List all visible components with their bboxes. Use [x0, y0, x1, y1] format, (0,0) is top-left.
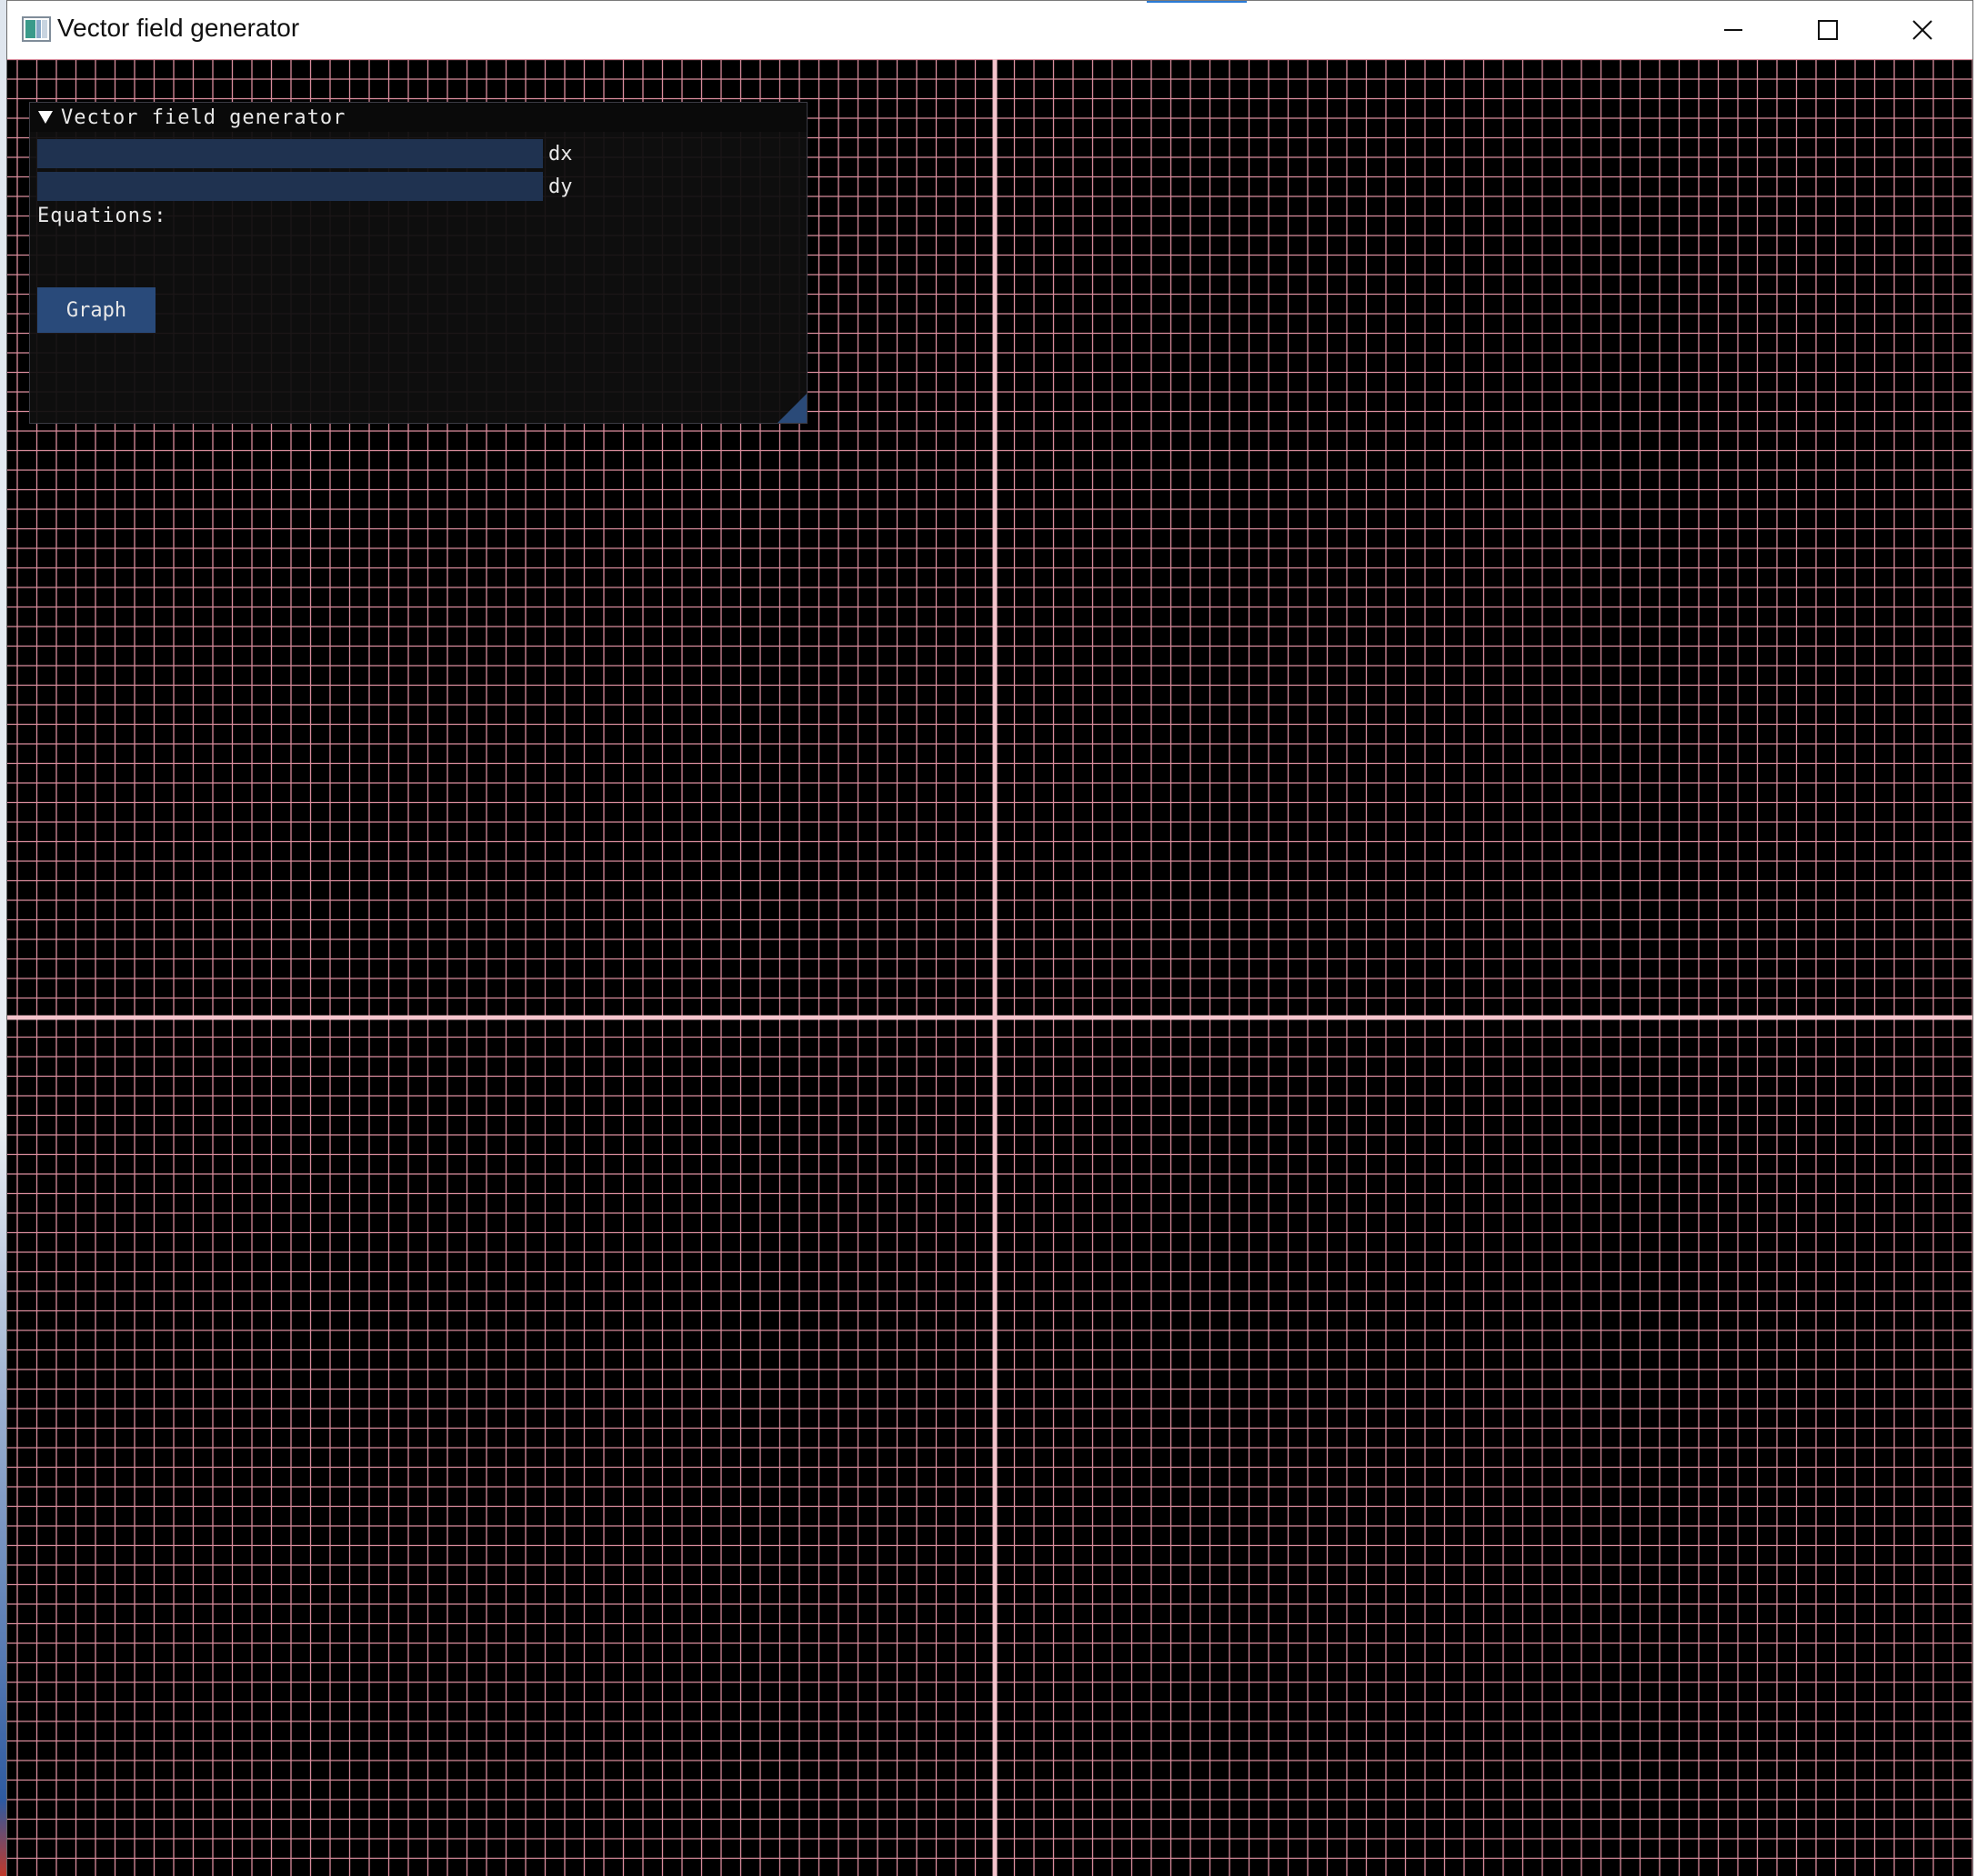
minimize-button[interactable]	[1686, 1, 1781, 59]
dy-row: dy	[37, 172, 573, 201]
window-title: Vector field generator	[57, 14, 300, 42]
dy-label: dy	[548, 175, 573, 198]
maximize-icon	[1818, 20, 1838, 40]
maximize-button[interactable]	[1781, 1, 1875, 59]
dx-label: dx	[548, 142, 573, 166]
app-window: Vector field generator Vector field gene…	[6, 0, 1973, 1876]
taskbar-accent	[1147, 1, 1247, 3]
resize-grip-icon[interactable]	[778, 394, 807, 423]
dx-input[interactable]	[37, 139, 543, 168]
vector-field-panel[interactable]: Vector field generator dx dy Equations: …	[29, 102, 808, 424]
triangle-down-icon[interactable]	[37, 109, 54, 125]
close-button[interactable]	[1875, 1, 1970, 59]
title-bar[interactable]: Vector field generator	[7, 0, 1972, 59]
equations-label: Equations:	[37, 205, 167, 227]
app-window-icon	[22, 16, 51, 42]
close-icon	[1912, 20, 1932, 40]
minimize-icon	[1724, 29, 1742, 31]
panel-title: Vector field generator	[61, 105, 346, 129]
dx-row: dx	[37, 139, 573, 168]
graph-button[interactable]: Graph	[37, 287, 156, 333]
panel-header[interactable]: Vector field generator	[30, 103, 807, 132]
desktop-background-strip	[0, 0, 6, 1876]
dy-input[interactable]	[37, 172, 543, 201]
